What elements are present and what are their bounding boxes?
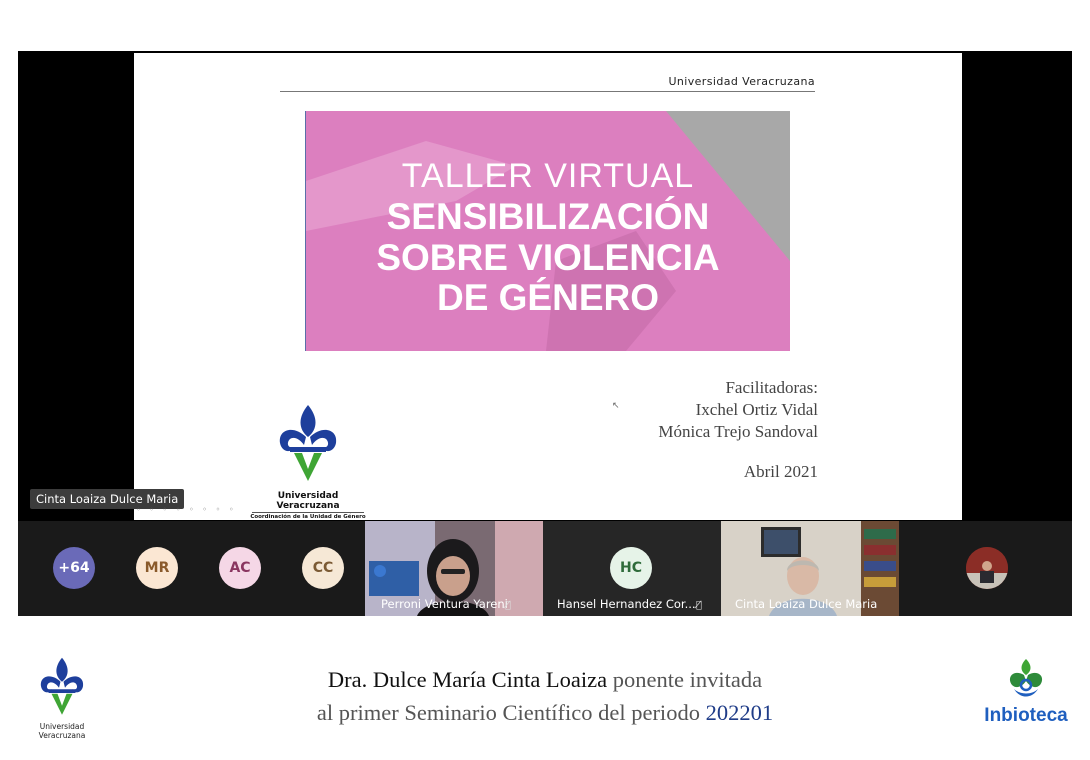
- banner-line-1: TALLER VIRTUAL: [401, 157, 695, 195]
- speaker-name: Dra. Dulce María Cinta Loaiza: [327, 667, 608, 692]
- participant-name: Hansel Hernandez Cor...: [557, 597, 696, 611]
- inbioteca-logo: Inbioteca: [980, 655, 1072, 727]
- meeting-window: Universidad Veracruzana TALLER VIRTUAL S…: [18, 51, 1072, 616]
- banner-line-3: SOBRE VIOLENCIA: [376, 237, 720, 278]
- banner-line-4: DE GÉNERO: [436, 277, 660, 318]
- participant-avatar-mr[interactable]: MR: [136, 547, 178, 589]
- banner-line-2: SENSIBILIZACIÓN: [386, 196, 710, 237]
- caption-line-1: Dra. Dulce María Cinta Loaiza ponente in…: [0, 663, 1090, 696]
- caption-role: ponente invitada: [607, 667, 763, 692]
- participant-photo-avatar[interactable]: [966, 547, 1008, 589]
- participants-strip: +64 MR AC CC Perroni Ventura Yareni 🎙̸ H…: [18, 521, 1072, 616]
- inbioteca-plant-icon: [1009, 659, 1043, 697]
- shared-slide: Universidad Veracruzana TALLER VIRTUAL S…: [134, 53, 962, 520]
- inbioteca-label: Inbioteca: [984, 705, 1068, 726]
- more-participants-button[interactable]: +64: [53, 547, 95, 589]
- facilitators-block: Facilitadoras: Ixchel Ortiz Vidal Mónica…: [658, 377, 818, 483]
- mouse-cursor-icon: ↖: [612, 401, 620, 411]
- caption-line-2: al primer Seminario Científico del perio…: [0, 696, 1090, 729]
- participant-avatar-ac[interactable]: AC: [219, 547, 261, 589]
- slide-date: Abril 2021: [743, 462, 818, 481]
- annotation-toolbar[interactable]: ◦ ◦ ◦ ◦ ◦ ◦ ◦ ◦: [136, 505, 237, 514]
- logo-divider: [252, 512, 364, 513]
- logo-subtitle: Coordinación de la Unidad de Género: [250, 514, 366, 520]
- header-divider: [280, 91, 815, 92]
- uv-fleur-de-lis-icon: [279, 405, 337, 481]
- participant-tile-video-1[interactable]: Perroni Ventura Yareni 🎙̸: [365, 521, 543, 616]
- participant-avatar-cc[interactable]: CC: [302, 547, 344, 589]
- mic-muted-icon: 🎙̸: [696, 600, 703, 611]
- slide-header: Universidad Veracruzana: [668, 75, 815, 88]
- participant-name: Cinta Loaiza Dulce Maria: [735, 597, 878, 611]
- uv-slide-logo: Universidad Veracruzana Coordinación de …: [248, 403, 368, 520]
- facilitators-label: Facilitadoras:: [725, 378, 818, 397]
- participant-tile-hc[interactable]: HC Hansel Hernandez Cor... 🎙̸: [543, 521, 721, 616]
- facilitator-2: Mónica Trejo Sandoval: [658, 422, 818, 441]
- participant-tile-video-2[interactable]: Cinta Loaiza Dulce Maria: [721, 521, 899, 616]
- facilitator-1: Ixchel Ortiz Vidal: [695, 400, 818, 419]
- participant-avatar-hc: HC: [610, 547, 652, 589]
- user-photo-icon: [966, 547, 1008, 589]
- title-banner: TALLER VIRTUAL SENSIBILIZACIÓN SOBRE VIO…: [305, 111, 790, 351]
- mic-muted-icon: 🎙̸: [505, 600, 512, 611]
- logo-university-name: Universidad Veracruzana: [276, 491, 340, 511]
- caption-event: al primer Seminario Científico del perio…: [316, 700, 706, 725]
- caption-period: 202201: [705, 700, 774, 725]
- caption: Dra. Dulce María Cinta Loaiza ponente in…: [0, 663, 1090, 729]
- participant-name: Perroni Ventura Yareni: [381, 597, 508, 611]
